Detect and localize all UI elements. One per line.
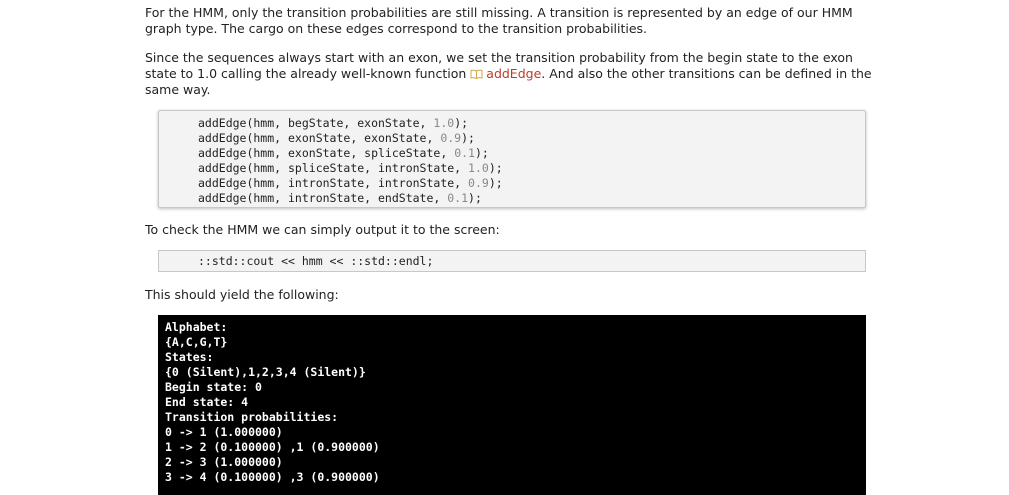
paragraph-begin-state: Since the sequences always start with an… bbox=[145, 50, 875, 98]
terminal-line: Transition probabilities: bbox=[165, 410, 339, 424]
terminal-line: 1 -> 2 (0.100000) ,1 (0.900000) bbox=[165, 440, 380, 454]
code-line: addEdge(hmm, exonState, exonState, 0.9); bbox=[198, 131, 475, 145]
code-line: addEdge(hmm, spliceState, intronState, 1… bbox=[198, 161, 503, 175]
addedge-link[interactable]: addEdge bbox=[470, 66, 541, 81]
terminal-line: {A,C,G,T} bbox=[165, 335, 228, 349]
code-block-addedge: addEdge(hmm, begState, exonState, 1.0); … bbox=[158, 110, 866, 208]
code-line: ::std::cout << hmm << ::std::endl; bbox=[198, 254, 434, 268]
paragraph-yield: This should yield the following: bbox=[145, 287, 339, 302]
code-block-cout: ::std::cout << hmm << ::std::endl; bbox=[158, 250, 866, 272]
paragraph-transition-intro: For the HMM, only the transition probabi… bbox=[145, 5, 853, 36]
terminal-line: End state: 4 bbox=[165, 395, 249, 409]
paragraph-check-hmm: To check the HMM we can simply output it… bbox=[145, 222, 500, 237]
code-line: addEdge(hmm, begState, exonState, 1.0); bbox=[198, 116, 469, 130]
code-line: addEdge(hmm, intronState, endState, 0.1)… bbox=[198, 191, 482, 205]
terminal-line: 0 -> 1 (1.000000) bbox=[165, 425, 283, 439]
terminal-output: Alphabet: {A,C,G,T} States: {0 (Silent),… bbox=[158, 315, 866, 495]
terminal-line: {0 (Silent),1,2,3,4 (Silent)} bbox=[165, 365, 366, 379]
terminal-line: States: bbox=[165, 350, 214, 364]
terminal-line: Begin state: 0 bbox=[165, 380, 262, 394]
book-icon bbox=[470, 69, 483, 79]
code-line: addEdge(hmm, intronState, intronState, 0… bbox=[198, 176, 503, 190]
terminal-line: 2 -> 3 (1.000000) bbox=[165, 455, 283, 469]
code-line: addEdge(hmm, exonState, spliceState, 0.1… bbox=[198, 146, 489, 160]
terminal-line: Alphabet: bbox=[165, 320, 228, 334]
addedge-link-label: addEdge bbox=[486, 66, 542, 81]
